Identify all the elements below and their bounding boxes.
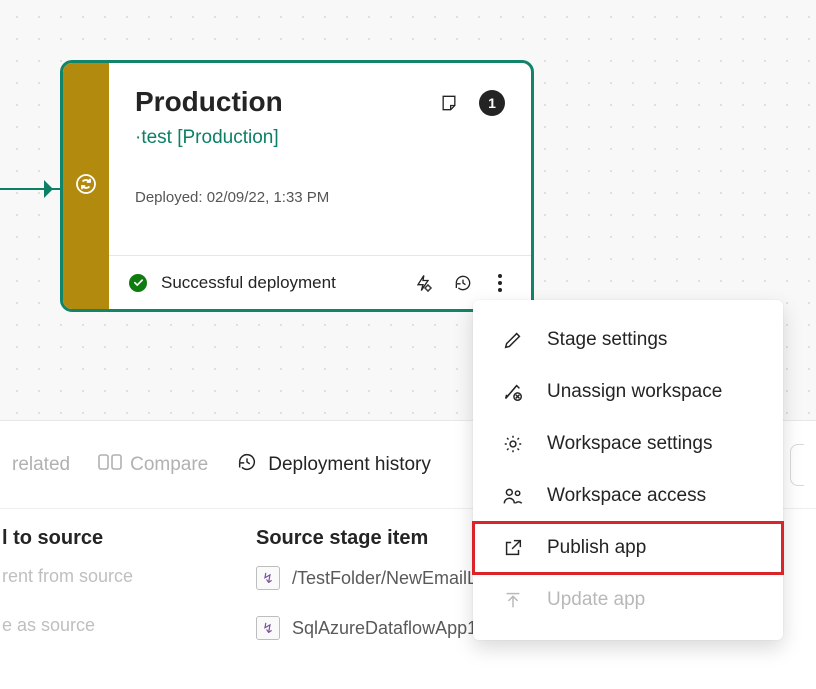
dataflow-item-icon: ↯ (256, 616, 280, 640)
compare-button[interactable]: Compare (98, 452, 208, 478)
menu-item-label: Publish app (547, 537, 646, 559)
dataflow-item-icon: ↯ (256, 566, 280, 590)
upload-icon (501, 588, 525, 612)
unassign-icon (501, 380, 525, 404)
deployment-status-text: Successful deployment (161, 273, 397, 293)
menu-unassign-workspace[interactable]: Unassign workspace (473, 366, 783, 418)
menu-publish-app[interactable]: Publish app (473, 522, 783, 574)
menu-workspace-settings[interactable]: Workspace settings (473, 418, 783, 470)
compare-icon (98, 452, 122, 478)
menu-item-label: Stage settings (547, 329, 667, 351)
right-edge-control[interactable] (790, 444, 804, 486)
show-related-button[interactable]: related (12, 454, 70, 476)
sync-icon (74, 172, 98, 201)
deployment-history-button[interactable]: Deployment history (236, 451, 431, 479)
stage-context-menu: Stage settings Unassign workspace Worksp… (473, 300, 783, 640)
more-options-button[interactable] (489, 270, 511, 296)
stage-deployed-info: Deployed: 02/09/22, 1:33 PM (135, 189, 505, 206)
col1-header: l to source (2, 527, 256, 550)
stage-card-body: Production 1 ·test [Production] Deployed… (109, 63, 531, 309)
people-icon (501, 484, 525, 508)
menu-item-label: Update app (547, 589, 645, 611)
menu-item-label: Workspace access (547, 485, 706, 507)
menu-item-label: Unassign workspace (547, 381, 722, 403)
menu-workspace-access[interactable]: Workspace access (473, 470, 783, 522)
source-item-name: /TestFolder/NewEmailL (292, 568, 477, 589)
stage-title: Production (135, 85, 283, 119)
history-icon[interactable] (449, 269, 477, 297)
stage-subtitle: ·test [Production] (135, 127, 505, 149)
note-icon[interactable] (435, 89, 463, 117)
col1-row1: rent from source (2, 566, 256, 587)
check-icon (129, 274, 147, 292)
gear-icon (501, 432, 525, 456)
stage-count-badge: 1 (479, 90, 505, 116)
stage-arrow (0, 188, 60, 190)
menu-item-label: Workspace settings (547, 433, 712, 455)
external-link-icon (501, 536, 525, 560)
history-icon (236, 451, 258, 479)
deployment-rules-icon[interactable] (409, 269, 437, 297)
stage-status-stripe (63, 63, 109, 309)
menu-stage-settings[interactable]: Stage settings (473, 314, 783, 366)
stage-card-footer: Successful deployment (109, 255, 531, 309)
col1-row2: e as source (2, 615, 256, 636)
menu-update-app: Update app (473, 574, 783, 626)
stage-card-production: Production 1 ·test [Production] Deployed… (60, 60, 534, 312)
pencil-icon (501, 328, 525, 352)
source-item-name: SqlAzureDataflowApp1 (292, 618, 477, 639)
